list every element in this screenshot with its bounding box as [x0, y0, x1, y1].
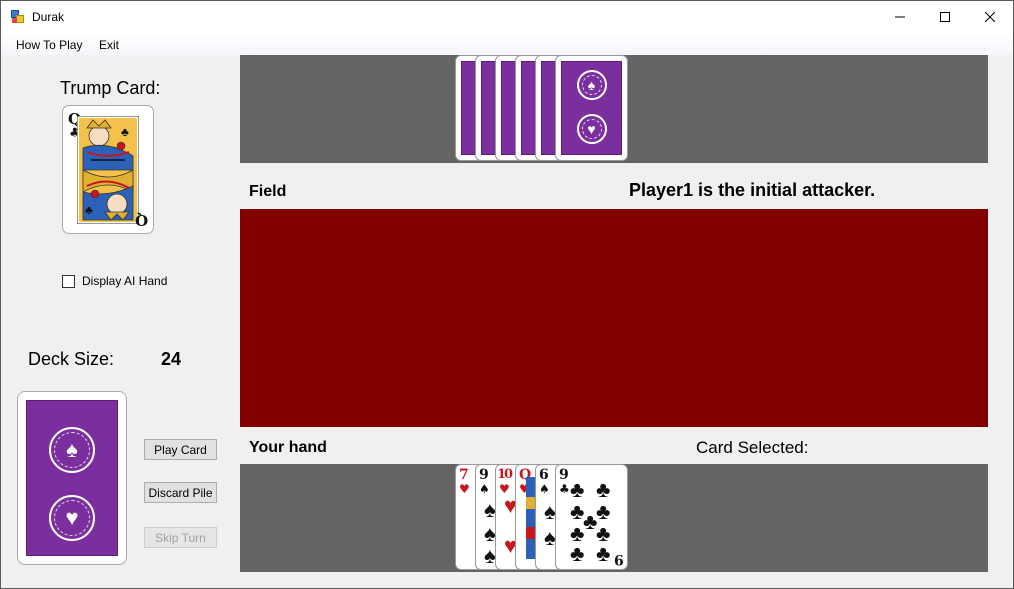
- spade-emblem-icon: ♠: [576, 70, 607, 100]
- discard-pile-button[interactable]: Discard Pile: [144, 482, 217, 503]
- deck-pile[interactable]: ♠ ♥: [17, 391, 127, 565]
- window-title: Durak: [32, 10, 65, 24]
- card-selected-label: Card Selected:: [696, 438, 809, 457]
- skip-turn-button[interactable]: Skip Turn: [144, 527, 217, 548]
- heart-emblem-icon: ♥: [576, 114, 607, 144]
- close-icon: [985, 12, 995, 22]
- minimize-icon: [895, 16, 905, 18]
- hand-card-selected[interactable]: 9 ♣ ♣ ♣ ♣ ♣ ♣ ♣ ♣ ♣ ♣ 9: [555, 464, 628, 570]
- maximize-button[interactable]: [922, 1, 968, 33]
- deck-size-value: 24: [161, 349, 182, 369]
- field-area[interactable]: [240, 209, 988, 427]
- your-hand-label: Your hand: [249, 439, 327, 456]
- display-ai-hand-toggle[interactable]: Display AI Hand: [62, 273, 167, 289]
- durak-window: Durak How To Play Exit Trump Card: Q ♣ ♣…: [0, 0, 1014, 589]
- menu-how-to-play[interactable]: How To Play: [16, 38, 82, 52]
- svg-text:♣: ♣: [85, 203, 93, 217]
- minimize-button[interactable]: [877, 1, 923, 33]
- ai-hand-panel: ♠ ♥: [240, 55, 988, 163]
- player-hand-panel: 7 ♥ 9 ♠ ♠ ♠ ♠ 10 ♥ ♥ ♥ Q ♥ 6 ♠ ♠ ♠ 9 ♣ ♣…: [240, 464, 988, 572]
- status-message: Player1 is the initial attacker.: [629, 180, 876, 200]
- close-button[interactable]: [967, 1, 1013, 33]
- svg-text:♣: ♣: [121, 125, 129, 139]
- field-label: Field: [249, 183, 287, 200]
- deck-size-label: Deck Size:: [28, 349, 115, 369]
- heart-emblem-icon: ♥: [49, 495, 95, 541]
- display-ai-hand-label: Display AI Hand: [82, 274, 168, 288]
- display-ai-hand-checkbox[interactable]: [62, 274, 75, 288]
- trump-card-rank-bottom: Q: [134, 211, 148, 229]
- play-card-button[interactable]: Play Card: [144, 439, 217, 460]
- title-bar[interactable]: Durak: [1, 1, 1013, 33]
- ai-card: ♠ ♥: [555, 55, 628, 161]
- menu-bar: How To Play Exit: [1, 33, 1013, 55]
- queen-of-clubs-illustration: ♣ ♣: [77, 116, 139, 224]
- trump-card: Q ♣ ♣ ♣ Q: [62, 105, 154, 234]
- menu-exit[interactable]: Exit: [99, 38, 119, 52]
- trump-card-label: Trump Card:: [60, 78, 161, 98]
- spade-emblem-icon: ♠: [49, 427, 95, 473]
- maximize-icon: [940, 12, 950, 22]
- app-icon: [11, 10, 25, 24]
